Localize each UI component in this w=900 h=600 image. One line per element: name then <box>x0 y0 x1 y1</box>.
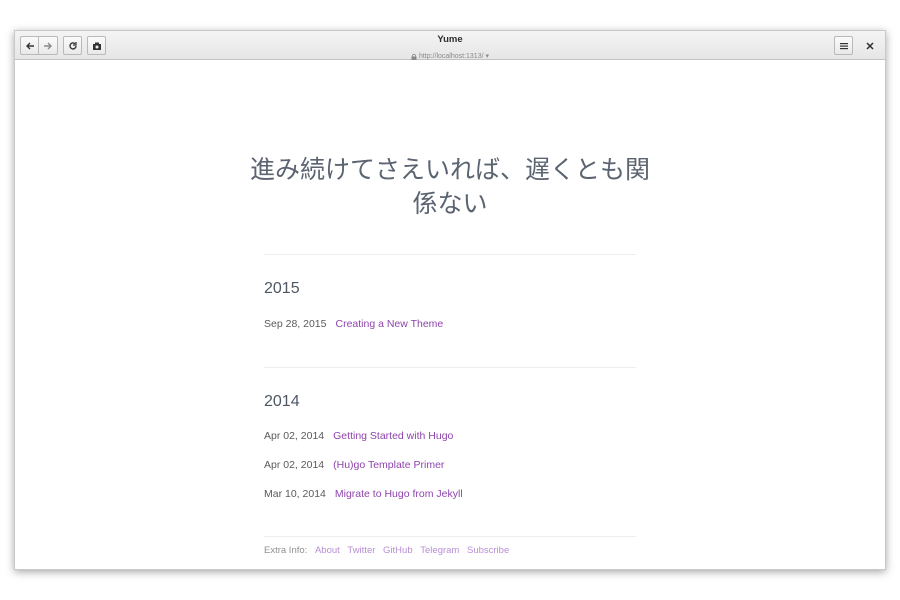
footer-link-github[interactable]: GitHub <box>383 545 413 556</box>
post-item: Apr 02, 2014 Getting Started with Hugo <box>264 430 453 442</box>
window-title: Yume <box>437 34 463 45</box>
post-date: Apr 02, 2014 <box>264 430 325 442</box>
post-date: Apr 02, 2014 <box>264 459 325 471</box>
close-button[interactable] <box>860 36 879 55</box>
divider <box>264 254 636 255</box>
year-heading: 2015 <box>264 280 300 297</box>
post-link[interactable]: Creating a New Theme <box>335 318 443 330</box>
post-link[interactable]: Getting Started with Hugo <box>333 430 453 442</box>
site-title[interactable]: 進み続けてさえいれば、遅くとも関係ない <box>250 153 650 221</box>
post-item: Apr 02, 2014 (Hu)go Template Primer <box>264 459 444 471</box>
divider <box>264 536 636 537</box>
divider <box>264 367 636 368</box>
post-link[interactable]: Migrate to Hugo from Jekyll <box>335 488 463 500</box>
footer-link-subscribe[interactable]: Subscribe <box>467 545 509 556</box>
hamburger-menu-icon <box>839 42 848 49</box>
year-heading: 2014 <box>264 393 300 410</box>
footer-link-about[interactable]: About <box>315 545 340 556</box>
menu-button[interactable] <box>834 36 853 55</box>
post-item: Sep 28, 2015 Creating a New Theme <box>264 318 443 330</box>
footer: Extra Info: About Twitter GitHub Telegra… <box>264 545 509 556</box>
post-date: Sep 28, 2015 <box>264 318 327 330</box>
browser-window: Yume http://localhost:1313/ ▾ 進み続けてさえいれば… <box>14 30 886 570</box>
post-link[interactable]: (Hu)go Template Primer <box>333 459 444 471</box>
post-item: Mar 10, 2014 Migrate to Hugo from Jekyll <box>264 488 463 500</box>
page-content: 進み続けてさえいれば、遅くとも関係ない 2015 Sep 28, 2015 Cre… <box>15 60 885 569</box>
title-bar: Yume http://localhost:1313/ ▾ <box>15 31 885 60</box>
footer-label: Extra Info: <box>264 545 308 556</box>
close-icon <box>865 41 874 50</box>
footer-link-telegram[interactable]: Telegram <box>420 545 459 556</box>
footer-link-twitter[interactable]: Twitter <box>347 545 375 556</box>
post-date: Mar 10, 2014 <box>264 488 326 500</box>
